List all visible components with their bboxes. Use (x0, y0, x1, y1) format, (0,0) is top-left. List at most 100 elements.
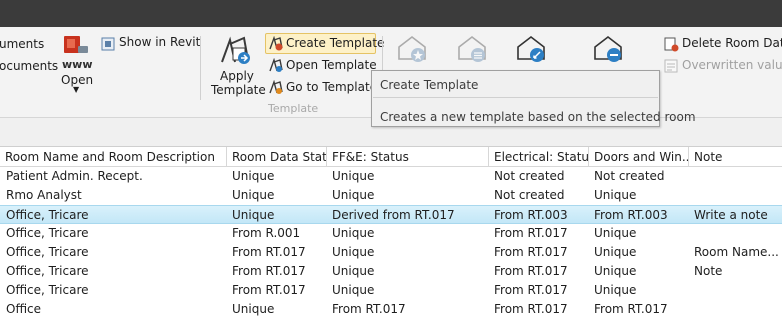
go-to-template-button[interactable]: Go to Template (266, 79, 377, 97)
tooltip-title: Create Template (380, 78, 479, 92)
cell-electrical-status[interactable]: Not created (488, 167, 588, 186)
table-row[interactable]: Office, Tricare From R.001 Unique From RT.0… (0, 224, 782, 243)
room-list-icon[interactable] (456, 33, 488, 65)
cell-note[interactable]: Write a note (688, 206, 782, 225)
create-template-button[interactable]: Create Template (265, 33, 384, 54)
ribbon-group-label-template: Template (268, 102, 319, 115)
show-in-revit-button[interactable]: Show in Revit (100, 35, 200, 53)
cell-room-data-status[interactable]: From RT.017 (226, 281, 326, 300)
cell-electrical-status[interactable]: From RT.017 (488, 300, 588, 319)
go-to-template-icon (269, 80, 283, 94)
open-template-icon (269, 58, 283, 72)
cell-electrical-status[interactable]: From RT.017 (488, 224, 588, 243)
cell-electrical-status[interactable]: From RT.017 (488, 243, 588, 262)
cell-room-name[interactable]: Office (0, 300, 226, 319)
cell-note[interactable] (688, 167, 782, 186)
cell-room-data-status[interactable]: Unique (226, 206, 326, 225)
cell-electrical-status[interactable]: From RT.017 (488, 281, 588, 300)
cell-electrical-status[interactable]: From RT.017 (488, 262, 588, 281)
create-template-label: Create Template (286, 36, 385, 50)
create-template-icon (269, 36, 283, 51)
column-header-room-data-status[interactable]: Room Data Stat... (226, 147, 326, 167)
cell-doors-windows[interactable]: Unique (588, 224, 688, 243)
table-row[interactable]: Office Unique From RT.017 From RT.017 From R… (0, 300, 782, 319)
apply-template-label-1: Apply (220, 69, 254, 83)
cell-ffe-status[interactable]: Derived from RT.017 (326, 206, 488, 225)
table-row[interactable]: Office, Tricare Unique Derived from RT.017… (0, 205, 782, 224)
cell-room-data-status[interactable]: Unique (226, 186, 326, 205)
cell-room-name[interactable]: Office, Tricare (0, 281, 226, 300)
room-remove-icon[interactable] (592, 33, 624, 65)
cell-note[interactable] (688, 300, 782, 319)
cell-ffe-status[interactable]: Unique (326, 167, 488, 186)
delete-room-data-label: Delete Room Data (682, 36, 782, 50)
cell-room-name[interactable]: Office, Tricare (0, 224, 226, 243)
room-star-icon[interactable] (396, 33, 428, 65)
apply-template-button[interactable]: Apply Template (208, 31, 266, 99)
grid-header: Room Name and Room Description Room Data… (0, 147, 782, 167)
cell-room-name[interactable]: Rmo Analyst (0, 186, 226, 205)
open-button[interactable]: www Open ▼ (57, 31, 95, 97)
cell-ffe-status[interactable]: Unique (326, 281, 488, 300)
cell-electrical-status[interactable]: Not created (488, 186, 588, 205)
partial-button-label[interactable]: uments (0, 37, 44, 51)
cell-doors-windows[interactable]: Not created (588, 167, 688, 186)
overwritten-values-icon (664, 59, 678, 73)
cell-note[interactable] (688, 224, 782, 243)
table-row[interactable]: Office, Tricare From RT.017 Unique From RT.… (0, 262, 782, 281)
cell-room-data-status[interactable]: From RT.017 (226, 262, 326, 281)
cell-room-name[interactable]: Office, Tricare (0, 262, 226, 281)
cell-note[interactable]: Room Name... (688, 243, 782, 262)
tooltip-description: Creates a new template based on the sele… (380, 110, 696, 124)
table-row[interactable]: Office, Tricare From RT.017 Unique From RT.… (0, 243, 782, 262)
tooltip: Create Template Creates a new template b… (371, 70, 696, 127)
cell-note[interactable]: Note (688, 262, 782, 281)
www-label: www (62, 58, 93, 71)
show-in-revit-label: Show in Revit (119, 35, 201, 49)
cell-ffe-status[interactable]: Unique (326, 243, 488, 262)
partial-button-label[interactable]: ocuments (0, 59, 58, 73)
window-titlebar (0, 0, 782, 27)
cell-electrical-status[interactable]: From RT.003 (488, 206, 588, 225)
cell-room-name[interactable]: Patient Admin. Recept. (0, 167, 226, 186)
table-row[interactable]: Rmo Analyst Unique Unique Not created Unique (0, 186, 782, 205)
cell-ffe-status[interactable]: Unique (326, 186, 488, 205)
apply-template-label-2: Template (211, 83, 266, 97)
delete-room-data-button[interactable]: Delete Room Data (664, 36, 782, 54)
room-data-grid: Room Name and Room Description Room Data… (0, 146, 782, 322)
cell-room-name[interactable]: Office, Tricare (0, 243, 226, 262)
cell-doors-windows[interactable]: Unique (588, 243, 688, 262)
cell-ffe-status[interactable]: Unique (326, 262, 488, 281)
room-edit-icon[interactable] (515, 33, 547, 65)
cell-doors-windows[interactable]: Unique (588, 262, 688, 281)
table-row[interactable]: Patient Admin. Recept. Unique Unique Not cr… (0, 167, 782, 186)
column-header-note[interactable]: Note (688, 147, 782, 167)
tooltip-divider (373, 97, 658, 98)
ribbon-separator (200, 36, 201, 100)
overwritten-values-toggle[interactable]: Overwritten values (664, 58, 782, 76)
column-header-ffe-status[interactable]: FF&E: Status (326, 147, 488, 167)
column-header-room-name[interactable]: Room Name and Room Description (0, 147, 226, 167)
open-template-label: Open Template (286, 58, 377, 72)
dropdown-arrow-icon: ▼ (73, 85, 80, 94)
cell-doors-windows[interactable]: Unique (588, 281, 688, 300)
cell-doors-windows[interactable]: From RT.003 (588, 206, 688, 225)
cell-doors-windows[interactable]: From RT.017 (588, 300, 688, 319)
cell-note[interactable] (688, 281, 782, 300)
revit-icon (101, 37, 115, 51)
apply-template-icon (221, 36, 250, 64)
overwritten-values-label: Overwritten values (682, 58, 782, 72)
cell-ffe-status[interactable]: From RT.017 (326, 300, 488, 319)
table-row[interactable]: Office, Tricare From RT.017 Unique From RT.… (0, 281, 782, 300)
column-header-electrical-status[interactable]: Electrical: Status (488, 147, 588, 167)
cell-note[interactable] (688, 186, 782, 205)
cell-room-data-status[interactable]: Unique (226, 167, 326, 186)
cell-ffe-status[interactable]: Unique (326, 224, 488, 243)
cell-doors-windows[interactable]: Unique (588, 186, 688, 205)
open-template-button[interactable]: Open Template (266, 57, 377, 75)
cell-room-data-status[interactable]: From RT.017 (226, 243, 326, 262)
cell-room-data-status[interactable]: From R.001 (226, 224, 326, 243)
column-header-doors-windows[interactable]: Doors and Win... (588, 147, 688, 167)
cell-room-name[interactable]: Office, Tricare (0, 206, 226, 225)
cell-room-data-status[interactable]: Unique (226, 300, 326, 319)
